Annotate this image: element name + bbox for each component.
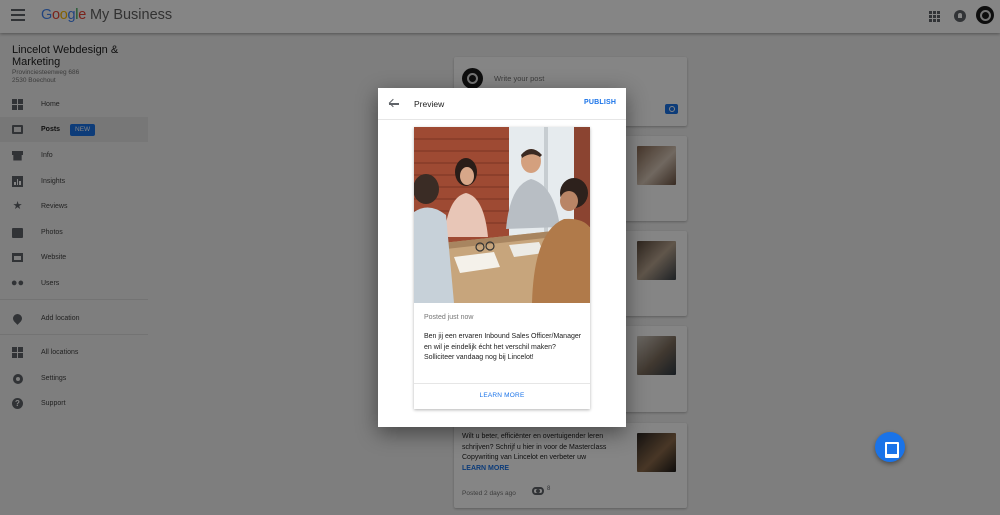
post-preview-photo	[414, 127, 590, 303]
learn-more-button[interactable]: LEARN MORE	[414, 392, 590, 399]
back-arrow-icon[interactable]	[389, 99, 399, 109]
create-post-fab[interactable]	[875, 432, 905, 462]
post-preview-text: Ben jij een ervaren Inbound Sales Office…	[424, 333, 582, 361]
dialog-header: Preview PUBLISH	[378, 88, 626, 120]
post-preview-card: Posted just now Ben jij een ervaren Inbo…	[414, 127, 590, 409]
publish-button[interactable]: PUBLISH	[584, 99, 616, 106]
posted-timestamp: Posted just now	[424, 314, 474, 321]
dialog-title: Preview	[414, 99, 445, 109]
card-divider	[414, 383, 590, 384]
preview-dialog: Preview PUBLISH Posted just now Ben jij …	[378, 88, 626, 427]
meeting-photo-illustration	[414, 127, 590, 303]
